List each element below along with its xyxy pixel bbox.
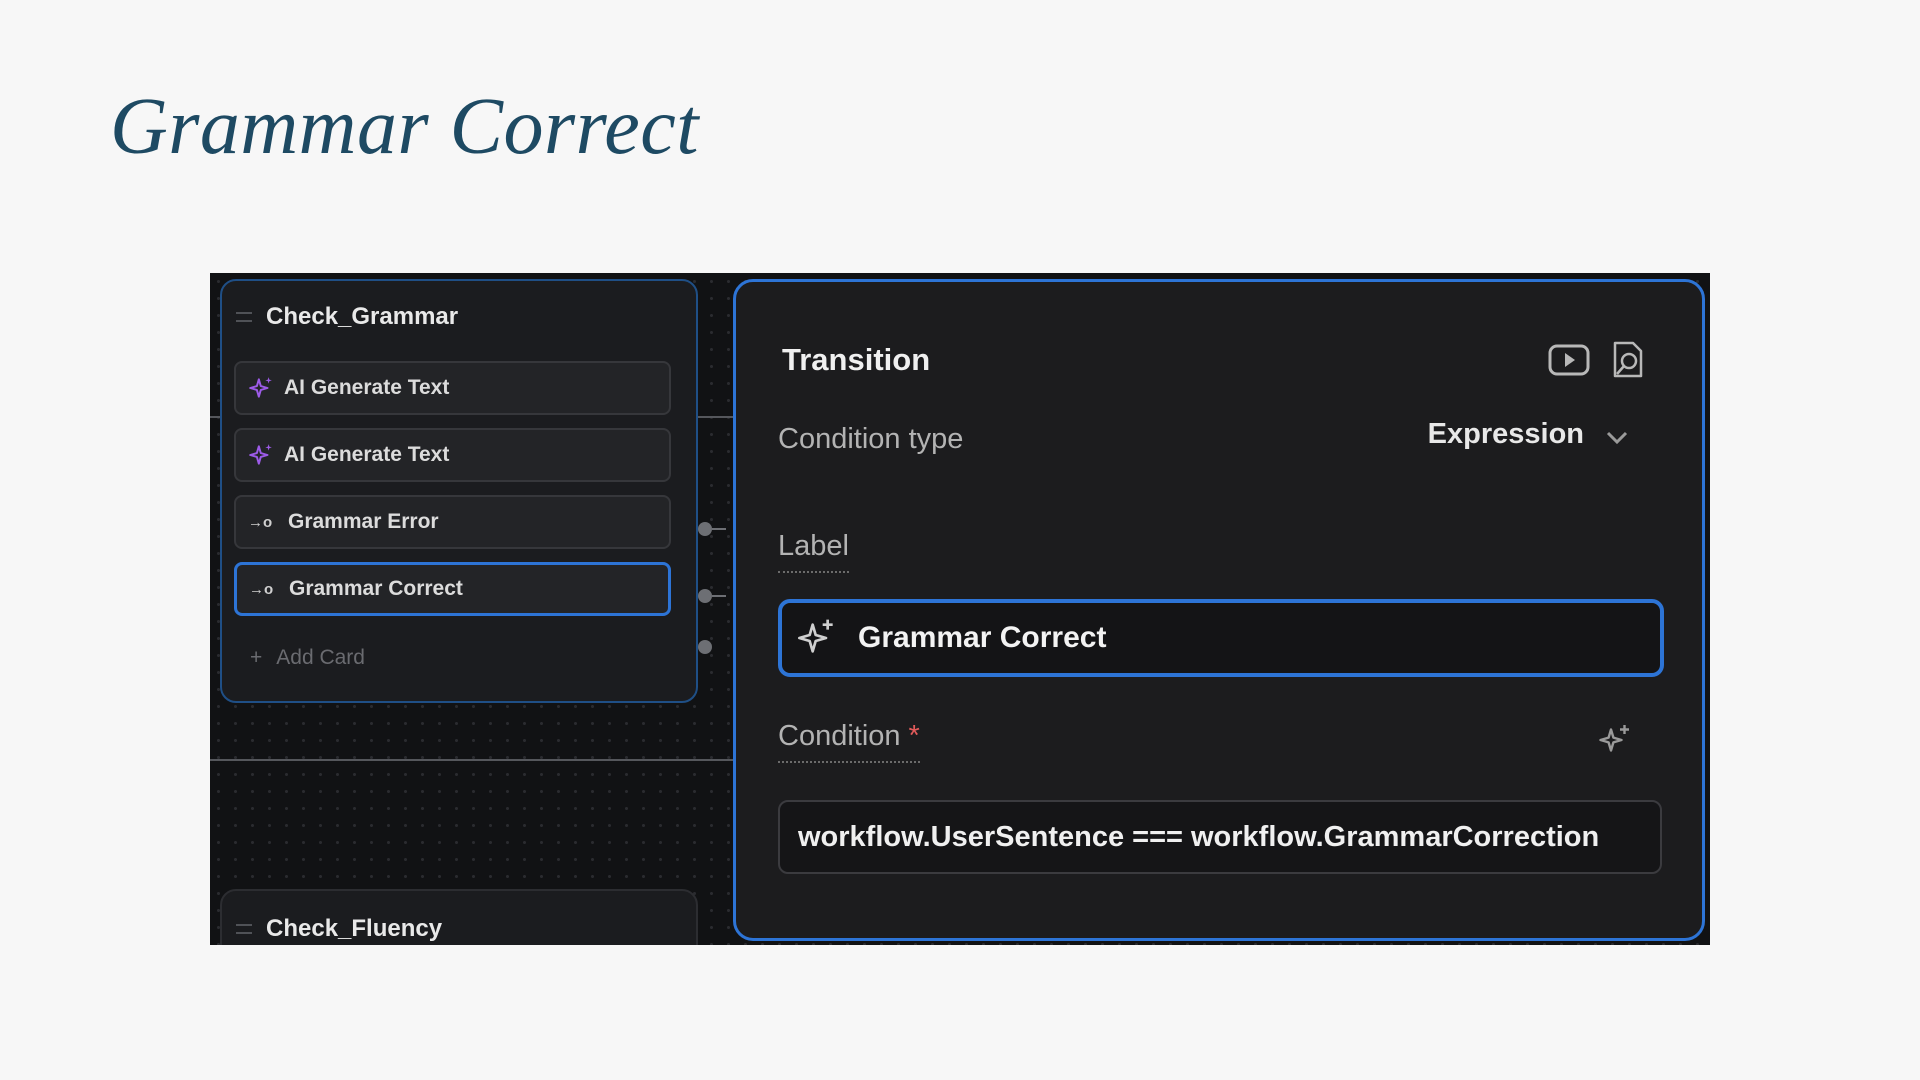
connector-line xyxy=(210,759,735,761)
card-label: AI Generate Text xyxy=(284,443,450,466)
node-header: Check_Grammar xyxy=(236,303,458,331)
chevron-down-icon[interactable] xyxy=(1604,428,1630,448)
drag-handle-icon[interactable] xyxy=(236,924,252,934)
card-ai-generate-text[interactable]: AI Generate Text xyxy=(234,361,671,415)
transition-panel: Transition Condition type Expression Lab… xyxy=(733,279,1705,941)
sparkle-icon[interactable] xyxy=(1596,722,1632,758)
sparkle-icon[interactable] xyxy=(796,618,836,658)
add-card-button[interactable]: + Add Card xyxy=(250,646,365,670)
connection-port[interactable] xyxy=(698,522,712,536)
card-label: Grammar Correct xyxy=(289,577,463,600)
label-input-value[interactable]: Grammar Correct xyxy=(858,621,1106,655)
document-search-icon[interactable] xyxy=(1607,340,1649,380)
condition-input[interactable]: workflow.UserSentence === workflow.Gramm… xyxy=(778,800,1662,874)
add-card-label: Add Card xyxy=(276,646,365,669)
plus-icon: + xyxy=(250,646,263,669)
card-ai-generate-text[interactable]: AI Generate Text xyxy=(234,428,671,482)
drag-handle-icon[interactable] xyxy=(236,312,252,322)
connection-port[interactable] xyxy=(698,640,712,654)
transition-icon: →o xyxy=(248,513,273,531)
card-label: AI Generate Text xyxy=(284,376,450,399)
condition-label: Condition * xyxy=(778,720,920,763)
connector-line xyxy=(712,595,726,597)
label-input[interactable]: Grammar Correct xyxy=(778,599,1664,677)
node-title: Check_Fluency xyxy=(266,915,443,942)
connection-port[interactable] xyxy=(698,589,712,603)
video-icon[interactable] xyxy=(1548,340,1590,380)
required-marker: * xyxy=(908,720,920,752)
panel-title: Transition xyxy=(782,342,931,377)
condition-type-select[interactable]: Expression xyxy=(1428,418,1584,451)
condition-type-label: Condition type xyxy=(778,423,964,455)
node-title: Check_Grammar xyxy=(266,303,459,330)
node-check-fluency[interactable]: Check_Fluency xyxy=(220,889,698,945)
slide-title: Grammar Correct xyxy=(110,83,699,171)
card-grammar-correct[interactable]: →o Grammar Correct xyxy=(234,562,671,616)
sparkle-icon xyxy=(249,444,272,465)
label-field-label: Label xyxy=(778,530,849,573)
node-check-grammar[interactable]: Check_Grammar AI Generate Text AI Genera… xyxy=(220,279,698,703)
condition-label-text: Condition xyxy=(778,720,901,752)
screenshot-canvas: Check_Grammar AI Generate Text AI Genera… xyxy=(210,273,1710,945)
sparkle-icon xyxy=(249,377,272,398)
condition-input-value[interactable]: workflow.UserSentence === workflow.Gramm… xyxy=(798,821,1599,854)
transition-icon: →o xyxy=(249,580,274,598)
node-header: Check_Fluency xyxy=(236,915,442,943)
connector-line xyxy=(712,528,726,530)
card-label: Grammar Error xyxy=(288,510,439,533)
card-grammar-error[interactable]: →o Grammar Error xyxy=(234,495,671,549)
